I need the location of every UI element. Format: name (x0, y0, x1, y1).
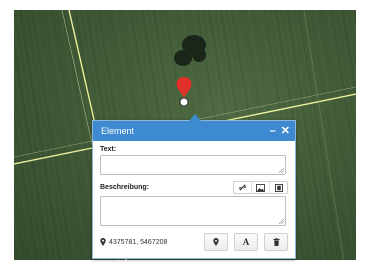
text-label: Text: (100, 146, 117, 153)
description-label: Beschreibung: (100, 183, 150, 191)
delete-button[interactable] (264, 233, 288, 251)
image-icon[interactable] (251, 182, 269, 193)
link-icon[interactable] (234, 182, 251, 193)
map-pin-icon[interactable] (176, 77, 192, 107)
resize-handle[interactable] (279, 219, 284, 224)
marker-icon (213, 238, 219, 246)
close-button[interactable]: ✕ (281, 125, 290, 137)
marker-button[interactable] (204, 233, 228, 251)
element-popup: Element – ✕ Text: Beschreibung: 4375781,… (92, 114, 296, 259)
trash-icon (272, 238, 280, 246)
location-marker-icon (100, 238, 106, 246)
popup-pointer (189, 114, 201, 121)
text-style-button[interactable]: A (234, 233, 258, 251)
popup-header: Element – ✕ (93, 121, 295, 141)
tree-cluster (174, 50, 192, 66)
description-toolbar (233, 181, 288, 194)
film-icon[interactable] (269, 182, 287, 193)
minimize-button[interactable]: – (270, 125, 276, 137)
description-textarea[interactable] (100, 196, 286, 226)
field-boundary (303, 10, 345, 260)
popup-title: Element (101, 126, 135, 136)
coordinates-text: 4375781, 5467208 (109, 238, 168, 246)
resize-handle[interactable] (279, 168, 284, 173)
tree-cluster (192, 48, 206, 62)
text-input[interactable] (100, 155, 286, 175)
coordinates-display: 4375781, 5467208 (100, 238, 198, 246)
